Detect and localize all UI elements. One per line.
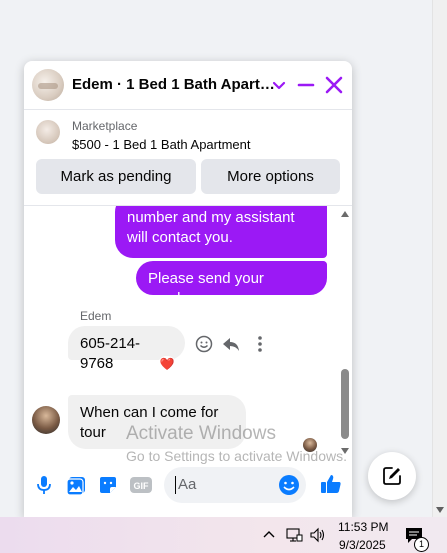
message-scrollbar[interactable] xyxy=(338,206,352,458)
sticker-icon[interactable] xyxy=(97,474,119,496)
network-icon[interactable] xyxy=(285,526,303,544)
chevron-down-icon[interactable] xyxy=(267,73,291,97)
gif-icon[interactable]: GIF xyxy=(129,474,153,496)
listing-avatar[interactable] xyxy=(32,69,64,101)
message-input-placeholder: Aa xyxy=(178,476,197,493)
close-icon[interactable] xyxy=(322,73,346,97)
compose-icon xyxy=(383,467,401,485)
clock-time[interactable]: 11:53 PM xyxy=(338,520,388,534)
message-line: will contact you. xyxy=(127,229,233,246)
svg-text:GIF: GIF xyxy=(134,481,150,491)
more-actions-icon[interactable] xyxy=(250,334,270,354)
scroll-down-arrow[interactable] xyxy=(436,507,444,513)
page-scrollbar[interactable] xyxy=(432,0,447,517)
like-icon[interactable] xyxy=(319,472,343,496)
mark-as-pending-button[interactable]: Mark as pending xyxy=(36,159,196,194)
message-input[interactable]: Aa xyxy=(164,467,306,503)
chat-header: Edem · 1 Bed 1 Bath Apartment xyxy=(24,61,352,110)
composer: GIF Aa xyxy=(24,458,352,517)
minimize-icon[interactable] xyxy=(294,73,318,97)
volume-icon[interactable] xyxy=(309,526,327,544)
taskbar: 11:53 PM 9/3/2025 1 xyxy=(0,517,447,553)
text-caret xyxy=(175,476,176,494)
message-list[interactable]: number and my assistant will contact you… xyxy=(24,206,352,458)
incoming-message-phone: 605-214-9768 xyxy=(68,326,185,372)
sender-avatar[interactable] xyxy=(32,406,60,434)
message-line: number and my assistant xyxy=(127,209,295,226)
notification-count-badge: 1 xyxy=(414,537,429,552)
new-message-button[interactable] xyxy=(368,452,416,500)
sender-name: Edem xyxy=(80,309,112,323)
scrollbar-thumb[interactable] xyxy=(341,369,349,439)
heart-reaction[interactable]: ❤️ xyxy=(158,356,176,372)
outgoing-message: Please send your number xyxy=(136,261,327,307)
chevron-up-icon[interactable] xyxy=(260,526,278,544)
listing-source-label: Marketplace xyxy=(72,119,138,133)
listing-price-title[interactable]: $500 - 1 Bed 1 Bath Apartment xyxy=(72,137,251,152)
marketplace-listing: Marketplace $500 - 1 Bed 1 Bath Apartmen… xyxy=(24,110,352,206)
photo-icon[interactable] xyxy=(65,474,87,496)
listing-thumbnail[interactable] xyxy=(36,120,60,144)
outgoing-message-partial: number and my assistant will contact you… xyxy=(115,206,327,258)
microphone-icon[interactable] xyxy=(33,474,55,496)
scroll-up-arrow[interactable] xyxy=(341,211,349,217)
clock-date[interactable]: 9/3/2025 xyxy=(339,538,386,552)
reply-icon[interactable] xyxy=(221,334,241,354)
activate-windows-title: Activate Windows xyxy=(126,423,276,444)
activate-windows-subtitle: Go to Settings to activate Windows. xyxy=(126,448,347,464)
emoji-icon[interactable] xyxy=(278,474,300,496)
more-options-button[interactable]: More options xyxy=(201,159,340,194)
chat-title[interactable]: Edem · 1 Bed 1 Bath Apartment xyxy=(72,76,284,93)
react-icon[interactable] xyxy=(194,334,214,354)
